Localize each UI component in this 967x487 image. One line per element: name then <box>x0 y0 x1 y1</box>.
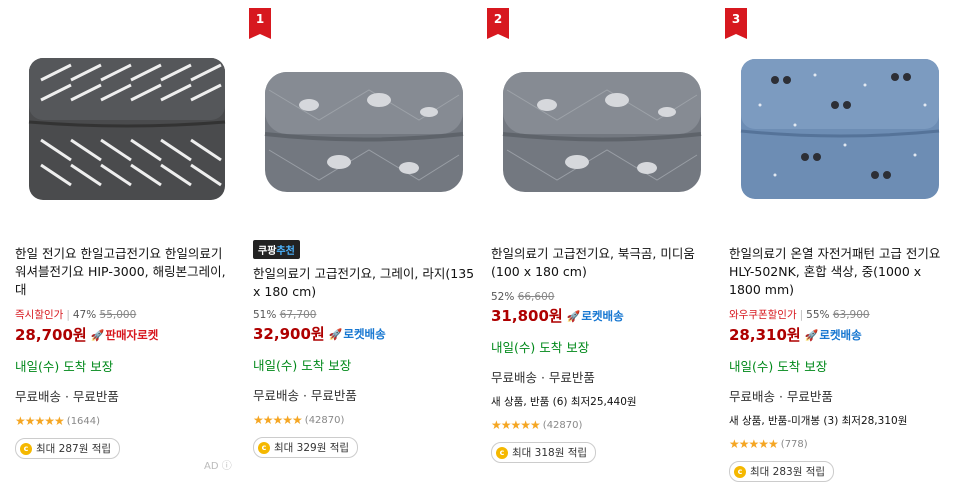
discount-line: 와우쿠폰할인가 | 55% 63,900 <box>729 309 870 321</box>
product-card[interactable]: 한일 전기요 한일고급전기요 한일의료기 워셔블전기요 HIP-3000, 해링… <box>11 0 241 487</box>
coupang-recommend-badge: 쿠팡추천 <box>253 240 300 259</box>
product-name[interactable]: 한일의료기 온열 자전거패턴 고급 전기요 HLY-502NK, 혼합 색상, … <box>729 245 951 299</box>
sale-price: 32,900원 <box>253 325 325 343</box>
herringbone-blanket-image <box>28 58 226 200</box>
discount-line: 52% 66,600 <box>491 291 713 303</box>
coin-icon: c <box>496 446 508 459</box>
original-price: 63,900 <box>832 309 870 321</box>
points-badge: c 최대 287원 적립 <box>15 438 121 459</box>
original-price: 66,600 <box>517 291 555 303</box>
review-count: (1644) <box>66 415 101 427</box>
star-rating-icon: ★★★★★ <box>491 418 541 432</box>
discount-tag: 즉시할인가 <box>15 309 64 321</box>
product-image[interactable] <box>487 25 717 225</box>
review-count: (42870) <box>542 419 583 431</box>
rocket-label: 로켓배송 <box>343 326 386 341</box>
delivery-promise: 내일(수) 도착 보장 <box>15 359 114 374</box>
original-price: 67,700 <box>279 309 317 321</box>
delivery-promise: 내일(수) 도착 보장 <box>253 358 352 373</box>
star-rating-icon: ★★★★★ <box>729 437 779 451</box>
rocket-icon: 🚀 <box>328 327 343 341</box>
other-sellers[interactable]: 새 상품, 반품-미개봉 (3) 최저28,310원 <box>729 413 951 428</box>
product-name[interactable]: 한일의료기 고급전기요, 북극곰, 미디움 (100 x 180 cm) <box>491 245 713 281</box>
rating: ★★★★★ (778) <box>729 437 951 451</box>
rocket-badge: 🚀로켓배송 <box>567 308 624 324</box>
delivery-promise: 내일(수) 도착 보장 <box>729 359 828 374</box>
rocket-badge: 🚀로켓배송 <box>329 326 386 342</box>
rocket-label: 로켓배송 <box>819 327 862 342</box>
product-name[interactable]: 한일 전기요 한일고급전기요 한일의료기 워셔블전기요 HIP-3000, 해링… <box>15 245 237 299</box>
info-icon[interactable]: ⓘ <box>219 461 232 472</box>
coin-icon: c <box>734 465 746 478</box>
discount-line: 51% 67,700 <box>253 309 475 321</box>
points-badge: c 최대 329원 적립 <box>253 437 359 458</box>
shipping-info: 무료배송 · 무료반품 <box>491 370 595 385</box>
price-line: 28,310원 🚀로켓배송 <box>729 324 951 345</box>
rating: ★★★★★ (42870) <box>491 418 713 432</box>
gray-bear-blanket-image <box>264 72 464 192</box>
rocket-label: 판매자로켓 <box>105 327 159 342</box>
rocket-badge: 🚀판매자로켓 <box>91 327 159 343</box>
discount-line: 즉시할인가 | 47% 55,000 <box>15 309 137 321</box>
star-rating-icon: ★★★★★ <box>15 414 65 428</box>
discount-percent: 47% <box>72 309 97 321</box>
sale-price: 28,310원 <box>729 326 801 344</box>
discount-percent: 55% <box>806 309 830 321</box>
product-image[interactable] <box>725 25 955 225</box>
rocket-badge: 🚀로켓배송 <box>805 327 862 343</box>
points-text: 최대 287원 적립 <box>36 443 112 455</box>
price-line: 31,800원 🚀로켓배송 <box>491 305 713 326</box>
shipping-info: 무료배송 · 무료반품 <box>729 389 833 404</box>
sale-price: 28,700원 <box>15 326 87 344</box>
price-line: 28,700원 🚀판매자로켓 <box>15 324 237 345</box>
rating: ★★★★★ (42870) <box>253 413 475 427</box>
product-name[interactable]: 한일의료기 고급전기요, 그레이, 라지(135 x 180 cm) <box>253 265 475 301</box>
points-badge: c 최대 283원 적립 <box>729 461 835 482</box>
gray-bear-blanket-image <box>502 72 702 192</box>
discount-tag: 와우쿠폰할인가 <box>729 309 797 321</box>
product-card[interactable]: 1 쿠팡추천 한일의료기 고급전기요, 그레이, 라지(135 x 180 cm… <box>249 0 479 487</box>
product-image[interactable] <box>11 25 241 225</box>
points-text: 최대 329원 적립 <box>274 442 350 454</box>
rocket-icon: 🚀 <box>90 328 105 342</box>
original-price: 55,000 <box>99 309 137 321</box>
rocket-icon: 🚀 <box>566 309 581 323</box>
discount-percent: 51% <box>253 309 277 321</box>
rating: ★★★★★ (1644) <box>15 414 237 428</box>
shipping-info: 무료배송 · 무료반품 <box>15 389 119 404</box>
rocket-icon: 🚀 <box>804 328 819 342</box>
ad-label[interactable]: AD ⓘ <box>204 457 232 472</box>
product-card[interactable]: 3 한일의료기 온열 자전거패턴 고급 전기요 HLY-502NK, 혼합 색상… <box>725 0 955 487</box>
discount-percent: 52% <box>491 291 515 303</box>
coin-icon: c <box>20 442 32 455</box>
points-text: 최대 283원 적립 <box>750 466 826 478</box>
star-rating-icon: ★★★★★ <box>253 413 303 427</box>
price-line: 32,900원 🚀로켓배송 <box>253 323 475 344</box>
review-count: (42870) <box>304 414 345 426</box>
blue-bicycle-blanket-image <box>740 59 940 199</box>
product-card[interactable]: 2 한일의료기 고급전기요, 북극곰, 미디움 (100 x 180 cm) 5… <box>487 0 717 487</box>
rocket-label: 로켓배송 <box>581 308 624 323</box>
review-count: (778) <box>780 438 808 450</box>
points-badge: c 최대 318원 적립 <box>491 442 597 463</box>
coin-icon: c <box>258 441 270 454</box>
sale-price: 31,800원 <box>491 307 563 325</box>
other-sellers[interactable]: 새 상품, 반품 (6) 최저25,440원 <box>491 394 713 409</box>
product-image[interactable] <box>249 25 479 225</box>
points-text: 최대 318원 적립 <box>512 447 588 459</box>
shipping-info: 무료배송 · 무료반품 <box>253 388 357 403</box>
delivery-promise: 내일(수) 도착 보장 <box>491 340 590 355</box>
